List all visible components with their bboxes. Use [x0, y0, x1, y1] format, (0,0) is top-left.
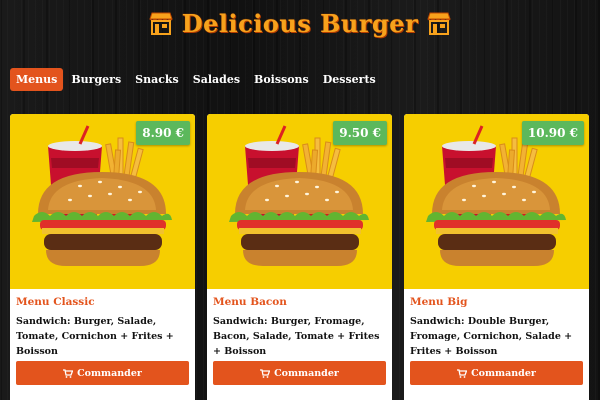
nav-item-desserts[interactable]: Desserts — [317, 68, 382, 91]
price-badge: 9.50 € — [333, 121, 387, 145]
menu-image: 10.90 € — [404, 114, 589, 289]
nav-item-snacks[interactable]: Snacks — [129, 68, 185, 91]
cart-icon — [260, 368, 271, 378]
order-button[interactable]: Commander — [410, 361, 583, 385]
nav-item-menus[interactable]: Menus — [10, 67, 64, 91]
store-icon — [148, 10, 174, 36]
menu-card: 10.90 € Menu Big Sandwich: Double Burger… — [404, 114, 589, 400]
menu-card: 9.50 € Menu Bacon Sandwich: Burger, From… — [207, 114, 392, 400]
nav-item-salades[interactable]: Salades — [187, 68, 246, 91]
menu-image: 8.90 € — [10, 114, 195, 289]
menu-description: Sandwich: Burger, Fromage, Bacon, Salade… — [213, 316, 380, 357]
header: Delicious Burger — [0, 6, 600, 40]
menu-card: 8.90 € Menu Classic Sandwich: Burger, Sa… — [10, 114, 195, 400]
nav-item-burgers[interactable]: Burgers — [65, 68, 127, 91]
menu-title: Menu Big — [410, 296, 468, 308]
order-button-label: Commander — [274, 367, 339, 379]
order-button-label: Commander — [77, 367, 142, 379]
nav-item-boissons[interactable]: Boissons — [248, 68, 315, 91]
menu-description: Sandwich: Burger, Salade, Tomate, Cornic… — [16, 316, 174, 357]
store-icon — [426, 10, 452, 36]
price-badge: 10.90 € — [521, 121, 584, 145]
order-button[interactable]: Commander — [16, 361, 189, 385]
menu-image: 9.50 € — [207, 114, 392, 289]
cart-icon — [63, 368, 74, 378]
menu-title: Menu Bacon — [213, 296, 287, 308]
page-title: Delicious Burger — [181, 8, 419, 38]
menu-title: Menu Classic — [16, 296, 95, 308]
category-nav: Menus Burgers Snacks Salades Boissons De… — [10, 67, 382, 91]
order-button-label: Commander — [471, 367, 536, 379]
cart-icon — [457, 368, 468, 378]
order-button[interactable]: Commander — [213, 361, 386, 385]
menu-description: Sandwich: Double Burger, Fromage, Cornic… — [410, 316, 573, 357]
price-badge: 8.90 € — [136, 121, 190, 145]
menu-cards: 8.90 € Menu Classic Sandwich: Burger, Sa… — [10, 114, 590, 400]
